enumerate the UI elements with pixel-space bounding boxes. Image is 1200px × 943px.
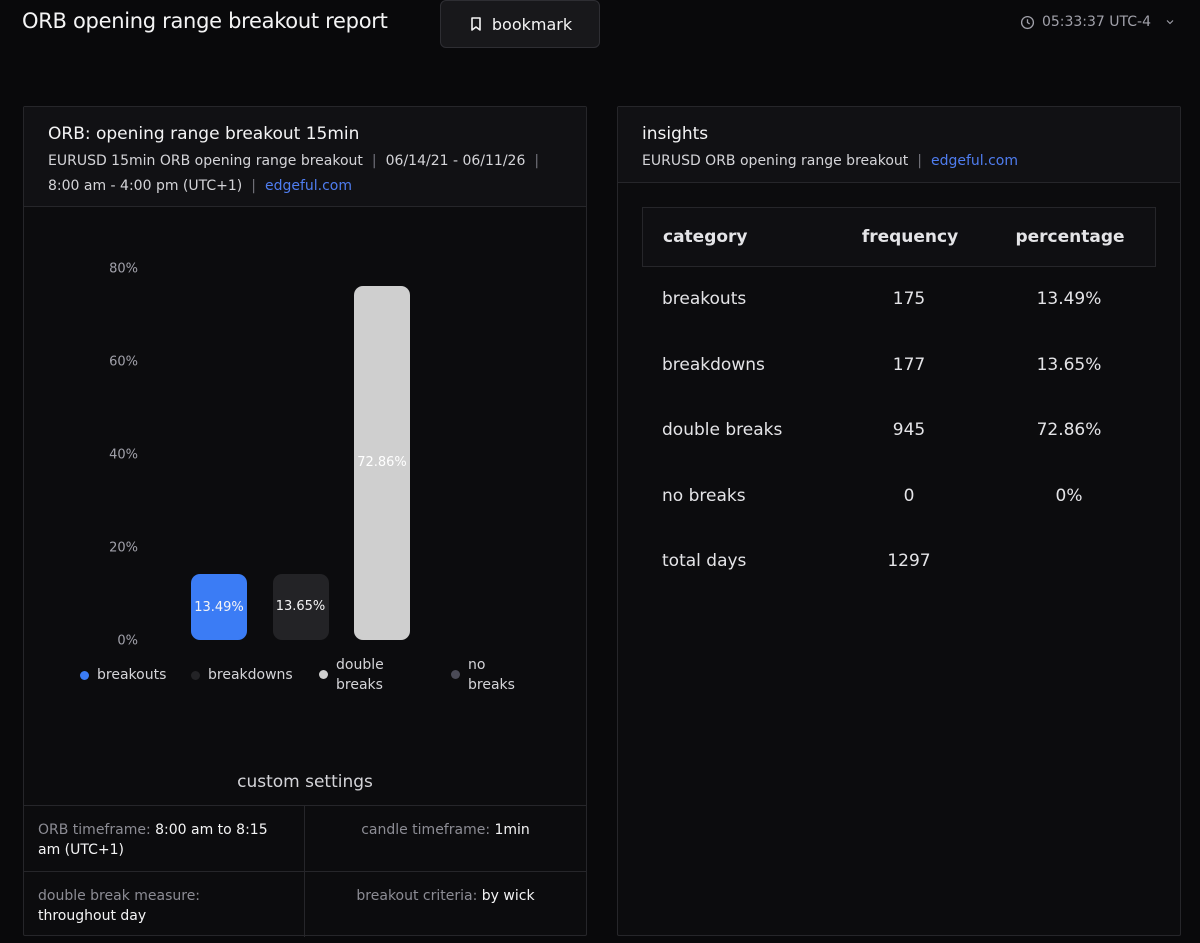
cell-frequency: 0	[903, 485, 915, 506]
insights-title: insights	[642, 124, 709, 144]
setting-breakout-criteria: breakout criteria: by wick	[305, 872, 586, 920]
bookmark-button[interactable]: bookmark	[440, 0, 600, 48]
setting-key: double break measure:	[38, 888, 201, 904]
cell-category: double breaks	[662, 420, 783, 440]
subtitle-symbol: EURUSD 15min ORB opening range breakout	[48, 153, 363, 169]
separator: |	[251, 178, 256, 194]
legend-item-breakouts[interactable]: breakouts	[80, 665, 166, 685]
cell-percentage: 72.86%	[1036, 420, 1102, 440]
cell-percentage: 13.49%	[1036, 289, 1102, 309]
separator: |	[917, 153, 922, 169]
orb-chart-panel: ORB: opening range breakout 15min EURUSD…	[23, 106, 587, 937]
custom-settings-title: custom settings	[237, 772, 373, 792]
cell-frequency: 1297	[887, 551, 931, 571]
cell-category: breakdowns	[662, 354, 765, 375]
subtitle-session: 8:00 am - 4:00 pm (UTC+1)	[48, 178, 243, 194]
legend-label: breakdowns	[208, 667, 293, 683]
bar-breakdowns[interactable]: 13.65%	[272, 573, 329, 640]
setting-key: candle timeframe:	[361, 822, 491, 838]
legend-dot	[80, 671, 89, 680]
legend-label: breakouts	[97, 667, 167, 683]
page-title: ORB opening range breakout report	[22, 9, 388, 33]
top-bar: ORB opening range breakout report bookma…	[0, 0, 1200, 60]
edgeful-link[interactable]: edgeful.com	[931, 153, 1018, 169]
setting-value: throughout day	[38, 908, 147, 924]
legend-dot	[319, 670, 328, 679]
insights-header: insights EURUSD ORB opening range breako…	[618, 107, 1180, 183]
y-tick-label: 40%	[109, 447, 138, 463]
insights-table: category frequency percentage breakouts …	[642, 207, 1156, 595]
cell-frequency: 177	[892, 354, 926, 375]
bookmark-label: bookmark	[491, 14, 573, 34]
setting-orb-timeframe: ORB timeframe: 8:00 am to 8:15 am (UTC+1…	[24, 806, 304, 874]
bookmark-icon	[471, 17, 481, 31]
bar-data-label: 13.49%	[194, 599, 244, 615]
y-tick-label: 20%	[109, 540, 138, 556]
cell-category: no breaks	[662, 485, 746, 506]
clock-text: 05:33:37 UTC-4	[1041, 14, 1151, 30]
edgeful-link[interactable]: edgeful.com	[265, 178, 352, 194]
timezone-selector[interactable]: 05:33:37 UTC-4	[1020, 14, 1176, 30]
bar-data-label: 72.86%	[357, 455, 407, 471]
cell-frequency: 175	[892, 289, 926, 309]
table-header: category frequency percentage	[642, 207, 1156, 267]
setting-key: ORB timeframe:	[38, 822, 151, 838]
legend-item-breakdowns[interactable]: breakdowns	[191, 665, 293, 685]
y-tick-label: 60%	[109, 354, 138, 370]
legend-label: double breaks	[336, 657, 384, 693]
y-tick-label: 80%	[109, 261, 138, 277]
chart-panel-title: ORB: opening range breakout 15min	[48, 124, 360, 144]
setting-double-break-measure: double break measure: throughout day	[24, 872, 304, 940]
legend-label: no breaks	[468, 657, 515, 693]
column-header-frequency[interactable]: frequency	[853, 227, 967, 247]
legend-item-double-breaks[interactable]: double breaks	[319, 655, 384, 695]
subtitle-dates: 06/14/21 - 06/11/26	[385, 153, 526, 169]
table-row: breakdowns 177 13.65%	[642, 333, 1156, 399]
setting-value: by wick	[481, 888, 535, 904]
chart-panel-subtitle: EURUSD 15min ORB opening range breakout |…	[48, 149, 568, 199]
legend-item-no-breaks[interactable]: no breaks	[451, 655, 515, 695]
separator: |	[534, 153, 540, 169]
insights-panel: insights EURUSD ORB opening range breako…	[617, 106, 1181, 936]
bar-double-breaks[interactable]: 72.86%	[354, 285, 410, 640]
cell-category: breakouts	[662, 289, 747, 309]
setting-candle-timeframe: candle timeframe: 1min	[305, 806, 586, 854]
cell-frequency: 945	[892, 420, 926, 440]
legend-dot	[451, 670, 460, 679]
cell-percentage: 13.65%	[1036, 354, 1102, 375]
column-header-category[interactable]: category	[663, 227, 748, 247]
bar-breakouts[interactable]: 13.49%	[191, 574, 247, 640]
legend-dot	[191, 671, 200, 680]
table-row: no breaks 0 0%	[642, 464, 1156, 530]
separator: |	[371, 153, 377, 169]
table-row: breakouts 175 13.49%	[642, 267, 1156, 333]
breakout-bar-chart: 0% 20% 40% 60% 80% 13.49% 13.65% 72.86% breakout…	[24, 207, 586, 767]
insights-subtitle: EURUSD ORB opening range breakout | edgefu…	[642, 149, 1162, 174]
column-header-percentage[interactable]: percentage	[993, 227, 1147, 247]
y-tick-label: 0%	[117, 633, 138, 649]
cell-category: total days	[662, 551, 747, 571]
clock-icon	[1020, 15, 1035, 29]
setting-value: 1min	[494, 822, 530, 838]
bar-data-label: 13.65%	[275, 599, 326, 615]
chart-panel-header: ORB: opening range breakout 15min EURUSD…	[24, 107, 586, 207]
cell-percentage: 0%	[1055, 485, 1083, 506]
table-row: total days 1297	[642, 529, 1156, 595]
chevron-down-icon	[1166, 20, 1174, 25]
table-row: double breaks 945 72.86%	[642, 398, 1156, 464]
custom-settings-grid: ORB timeframe: 8:00 am to 8:15 am (UTC+1…	[24, 805, 586, 937]
insights-subtitle-text: EURUSD ORB opening range breakout	[642, 153, 909, 169]
setting-key: breakout criteria:	[356, 888, 478, 904]
